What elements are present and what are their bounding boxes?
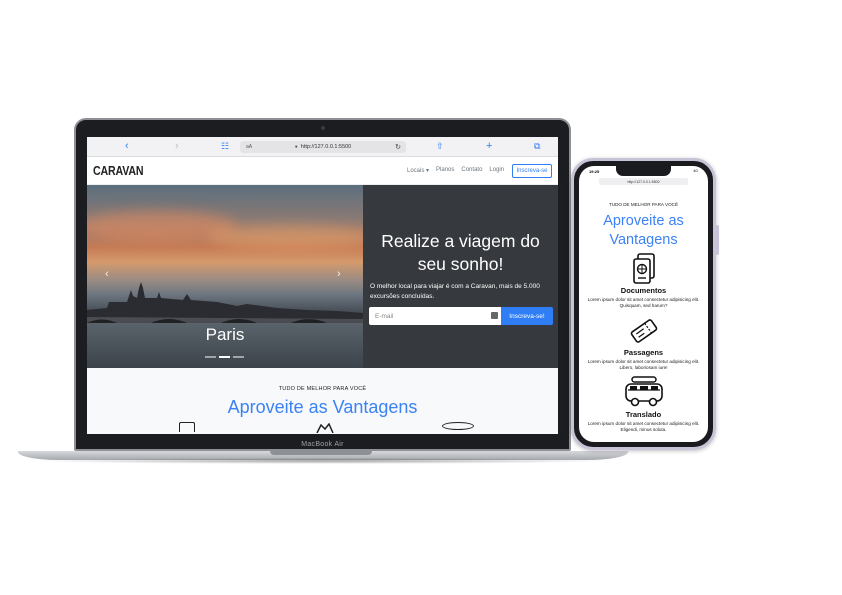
forward-icon[interactable]: › <box>175 141 179 152</box>
carousel-indicators <box>205 356 244 358</box>
carousel-caption: Paris <box>205 325 245 344</box>
nav-locais-label: Locais <box>407 168 425 174</box>
hero: ‹ › Paris Realize a viagem do seu sonho!… <box>87 185 558 368</box>
lock-icon: ● <box>294 144 298 150</box>
section-title: Aproveite as Vantagens <box>227 397 418 417</box>
carousel-indicator-active[interactable] <box>219 356 230 358</box>
nav-planos[interactable]: Planos <box>436 167 454 174</box>
ticket-icon <box>316 423 334 433</box>
macbook-shadow <box>30 458 616 464</box>
email-placeholder: E-mail <box>375 312 394 320</box>
feature-passagens: Passagens Lorem ipsum dolor sit amet con… <box>579 348 708 371</box>
nav-contato[interactable]: Contato <box>461 167 482 174</box>
email-input[interactable]: E-mail <box>369 307 501 325</box>
feature-desc: Lorem ipsum dolor sit amet consectetur a… <box>587 359 700 371</box>
carousel-next-icon[interactable]: › <box>337 268 341 280</box>
new-tab-icon[interactable]: + <box>486 141 492 152</box>
status-time: 19:25 <box>589 169 600 174</box>
iphone-side-button <box>716 225 719 255</box>
carousel-indicator[interactable] <box>233 356 244 358</box>
address-bar[interactable]: aA ● http://127.0.0.1:5500 ↻ <box>240 141 406 153</box>
feature-name: Documentos <box>620 286 667 295</box>
van-icon <box>442 422 474 430</box>
feature-desc: Lorem ipsum dolor sit amet consectetur a… <box>587 421 700 433</box>
mobile-section-eyebrow: TUDO DE MELHOR PARA VOCÊ <box>608 202 679 207</box>
subscribe-button[interactable]: Inscreva-se! <box>501 307 553 325</box>
section-eyebrow: TUDO DE MELHOR PARA VOCÊ <box>278 386 367 392</box>
iphone-frame: 19:25 4G http://127.0.0.1:5500 TUDO DE M… <box>571 158 716 450</box>
status-network: 4G <box>693 169 698 173</box>
webcam <box>321 126 325 130</box>
signup-button[interactable]: Inscreva-se <box>512 164 552 178</box>
nav-links: Locais ▾ Planos Contato Login <box>407 167 504 174</box>
passport-icon <box>179 422 195 432</box>
mobile-url-text: http://127.0.0.1:5500 <box>627 179 660 184</box>
feature-name: Translado <box>625 410 662 419</box>
feature-desc: Lorem ipsum dolor sit amet consectetur a… <box>587 297 700 309</box>
macbook-label: MacBook Air <box>301 441 344 448</box>
caret-down-icon: ▾ <box>426 168 430 174</box>
text-size-button[interactable]: aA <box>246 144 252 150</box>
carousel-prev-icon[interactable]: ‹ <box>105 268 109 280</box>
site-navbar: CARAVAN Locais ▾ Planos Contato Login In… <box>87 157 558 185</box>
autofill-icon[interactable] <box>491 312 498 319</box>
cta-title: Realize a viagem do seu sonho! <box>381 231 540 274</box>
reload-icon[interactable]: ↻ <box>395 143 401 151</box>
brand-logo[interactable]: CARAVAN <box>93 164 144 178</box>
feature-name: Passagens <box>623 348 664 357</box>
iphone-screen: 19:25 4G http://127.0.0.1:5500 TUDO DE M… <box>579 166 708 442</box>
sky-cloud <box>207 225 363 249</box>
feature-documentos: Documentos Lorem ipsum dolor sit amet co… <box>579 286 708 309</box>
benefits-section: TUDO DE MELHOR PARA VOCÊ Aproveite as Va… <box>87 368 558 434</box>
feature-translado: Translado Lorem ipsum dolor sit amet con… <box>579 410 708 433</box>
tabs-overview-icon[interactable]: ⧉ <box>534 141 540 152</box>
ticket-icon <box>630 319 658 343</box>
bookmarks-icon[interactable]: ☷ <box>221 141 229 152</box>
back-icon[interactable]: ‹ <box>125 141 129 152</box>
macbook-screen: ‹ › ☷ aA ● http://127.0.0.1:5500 ↻ ⇧ + ⧉… <box>87 137 558 434</box>
iphone-notch <box>616 166 671 176</box>
safari-toolbar: ‹ › ☷ aA ● http://127.0.0.1:5500 ↻ ⇧ + ⧉ <box>87 137 558 157</box>
device-mockup-scene: ‹ › ☷ aA ● http://127.0.0.1:5500 ↻ ⇧ + ⧉… <box>0 0 842 595</box>
nav-locais-dropdown[interactable]: Locais ▾ <box>407 167 429 174</box>
van-icon <box>625 376 663 407</box>
cta-panel: Realize a viagem do seu sonho! O melhor … <box>363 185 558 368</box>
mobile-address-bar[interactable]: http://127.0.0.1:5500 <box>599 178 688 185</box>
cta-text: O melhor local para viajar é com a Carav… <box>370 283 540 300</box>
mobile-section-title: Aproveite as Vantagens <box>603 213 684 248</box>
carousel-indicator[interactable] <box>205 356 216 358</box>
share-icon[interactable]: ⇧ <box>436 141 444 152</box>
carousel: ‹ › Paris <box>87 185 363 368</box>
passport-icon <box>633 253 655 284</box>
macbook-lid: ‹ › ☷ aA ● http://127.0.0.1:5500 ↻ ⇧ + ⧉… <box>74 118 571 451</box>
macbook-opening-notch <box>270 451 372 455</box>
nav-login[interactable]: Login <box>489 167 504 174</box>
url-text: http://127.0.0.1:5500 <box>300 144 352 150</box>
